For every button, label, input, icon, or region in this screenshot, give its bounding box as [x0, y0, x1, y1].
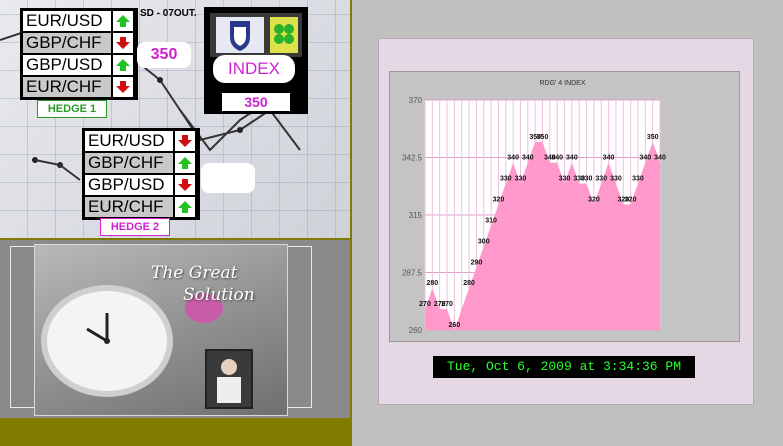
arrow-down-icon [175, 175, 195, 195]
data-label: 350 [537, 134, 549, 141]
data-label: 300 [478, 238, 490, 245]
data-label: 270 [441, 301, 453, 308]
data-label: 350 [647, 134, 659, 141]
data-label: 340 [566, 155, 578, 162]
data-label: 330 [632, 176, 644, 183]
hedge1-value: 350 [137, 42, 191, 68]
data-label: 330 [515, 176, 527, 183]
currency-row: EUR/CHF [84, 196, 198, 218]
index-widget: INDEX 350 [204, 7, 308, 114]
data-label: 310 [485, 217, 497, 224]
currency-pair-name: EUR/CHF [85, 197, 173, 217]
currency-row: EUR/USD [22, 10, 136, 32]
hedge1-table: EUR/USD GBP/CHF GBP/USD EUR/CHF [20, 8, 138, 100]
currency-pair-name: GBP/CHF [85, 153, 173, 173]
hedge2-table: EUR/USD GBP/CHF GBP/USD EUR/CHF [82, 128, 200, 220]
data-label: 340 [522, 155, 534, 162]
y-tick-label: 260 [409, 326, 423, 335]
currency-pair-name: GBP/USD [23, 55, 111, 75]
photo-inner: The Great Solution [34, 244, 288, 416]
currency-pair-name: EUR/USD [23, 11, 111, 31]
y-tick-label: 370 [409, 96, 423, 105]
arrow-up-icon [175, 197, 195, 217]
timestamp: Tue, Oct 6, 2009 at 3:34:36 PM [433, 356, 695, 378]
data-label: 280 [463, 280, 475, 287]
y-tick-label: 342.5 [402, 154, 423, 163]
alarm-clock-image [41, 285, 173, 397]
y-tick-label: 315 [409, 211, 423, 220]
hedge2-value [201, 163, 255, 193]
currency-row: GBP/USD [84, 174, 198, 196]
currency-row: EUR/CHF [22, 76, 136, 98]
currency-pair-name: EUR/CHF [23, 77, 111, 97]
data-label: 270 [419, 301, 431, 308]
arrow-up-icon [113, 55, 133, 75]
currency-row: GBP/CHF [22, 32, 136, 54]
data-label: 340 [603, 155, 615, 162]
arrow-down-icon [113, 77, 133, 97]
y-tick-label: 287.5 [402, 269, 423, 278]
data-label: 340 [551, 155, 563, 162]
index-value: 350 [222, 93, 290, 111]
caption-line2: Solution [183, 285, 255, 305]
clock-photo: The Great Solution [0, 240, 350, 418]
currency-pair-name: EUR/USD [85, 131, 173, 151]
clover-icon [270, 17, 298, 53]
currency-pair-name: GBP/USD [85, 175, 173, 195]
data-label: 330 [610, 176, 622, 183]
data-label: 290 [471, 259, 483, 266]
top-caption: SD - 07OUT. [140, 8, 197, 19]
currency-row: GBP/CHF [84, 152, 198, 174]
data-label: 320 [625, 197, 637, 204]
data-label: 330 [559, 176, 571, 183]
data-label: 340 [654, 155, 666, 162]
portrait-photo [205, 349, 253, 409]
data-label: 330 [595, 176, 607, 183]
arrow-down-icon [175, 131, 195, 151]
shield-logo-icon [216, 17, 264, 53]
hedge2-label: HEDGE 2 [100, 218, 170, 236]
data-label: 280 [427, 280, 439, 287]
arrow-down-icon [113, 33, 133, 53]
currency-row: EUR/USD [84, 130, 198, 152]
index-chart: 370342.5315287.5260270280270270260280290… [402, 80, 666, 335]
chart-title: RDG' 4 INDEX [539, 80, 585, 87]
currency-row: GBP/USD [22, 54, 136, 76]
data-label: 330 [581, 176, 593, 183]
currency-pair-name: GBP/CHF [23, 33, 111, 53]
data-label: 320 [588, 197, 600, 204]
arrow-up-icon [113, 11, 133, 31]
index-logo-panel [210, 13, 302, 57]
chart-area: 370 342.5 315 287.5 260 270 280 270 270 260 280 290… [389, 71, 740, 342]
data-label: 330 [500, 176, 512, 183]
arrow-up-icon [175, 153, 195, 173]
caption-line1: The Great [151, 263, 238, 283]
data-label: 340 [507, 155, 519, 162]
data-label: 320 [493, 197, 505, 204]
data-label: 340 [639, 155, 651, 162]
data-label: 260 [449, 322, 461, 329]
index-label: INDEX [213, 55, 295, 83]
hedge1-label: HEDGE 1 [37, 100, 107, 118]
